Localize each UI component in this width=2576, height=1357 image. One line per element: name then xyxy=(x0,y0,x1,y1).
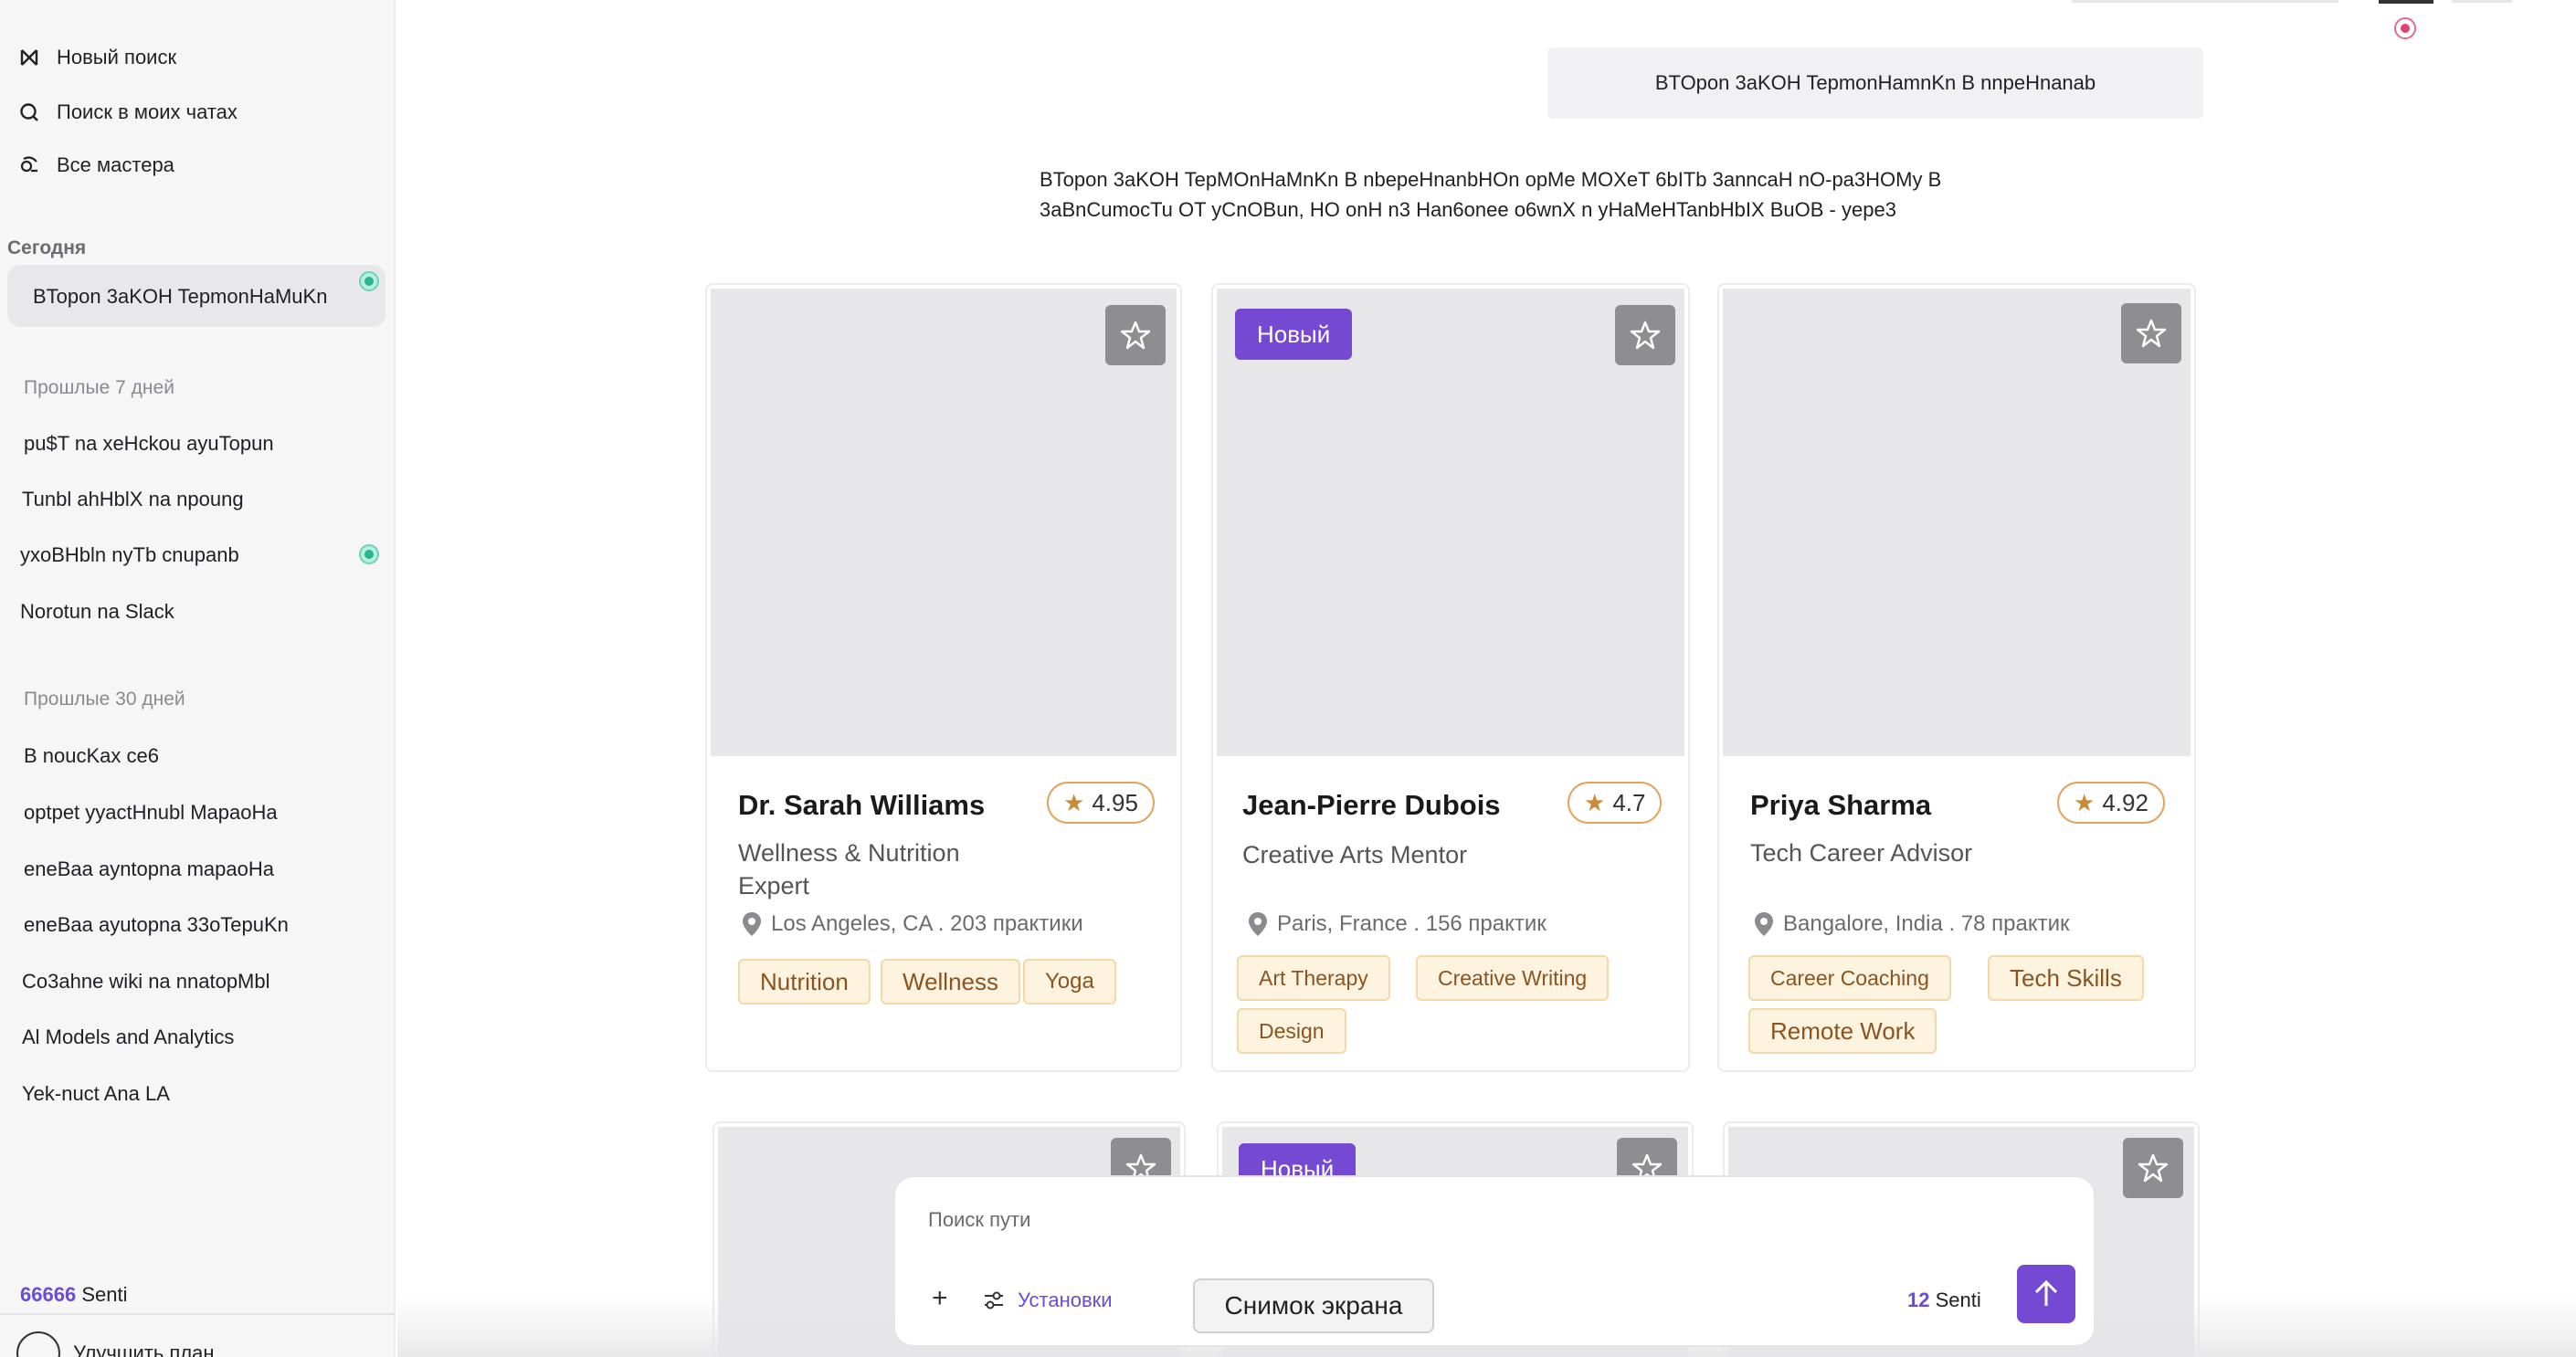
favorite-star-icon[interactable] xyxy=(1105,305,1166,365)
mentor-card[interactable]: Новый Jean-Pierre Dubois ★ 4.7 Creative … xyxy=(1211,283,1690,1072)
settings-label: Установки xyxy=(1018,1289,1113,1311)
upgrade-plan-button[interactable]: Улучшить план xyxy=(16,1331,215,1357)
rating-badge: ★ 4.95 xyxy=(1047,782,1155,824)
location-text: Paris, France . 156 практик xyxy=(1277,911,1547,936)
mentor-name: Priya Sharma xyxy=(1750,789,1932,821)
settings-button[interactable]: Установки xyxy=(983,1289,1113,1312)
chat-item[interactable]: Al Models and Analytics xyxy=(22,1026,234,1049)
all-masters-button[interactable]: Все мастера xyxy=(18,153,174,177)
credits-unit: Senti xyxy=(81,1283,128,1306)
all-masters-label: Все мастера xyxy=(57,153,174,176)
mentor-role: Tech Career Advisor xyxy=(1750,839,1973,867)
chat-item[interactable]: eneBaa ayntopna mapaoHa xyxy=(24,857,274,881)
rating-value: 4.7 xyxy=(1612,788,1646,816)
mentor-location: Bangalore, India . 78 практик xyxy=(1754,911,2070,937)
new-search-button[interactable]: Новый поиск xyxy=(18,46,176,69)
tag-chip[interactable]: Nutrition xyxy=(738,959,871,1005)
mentor-location: Paris, France . 156 практик xyxy=(1248,911,1547,937)
user-query-bubble: BTOpon 3aKOH TepmonHamnKn B nnpeHnanab xyxy=(1547,47,2203,119)
favorite-star-icon[interactable] xyxy=(1615,305,1675,365)
rating-badge: ★ 4.7 xyxy=(1568,782,1663,824)
top-toolbar-stub xyxy=(2452,0,2512,3)
chat-item[interactable]: Norotun na Slack xyxy=(20,600,174,624)
tag-chip[interactable]: Tech Skills xyxy=(1988,955,2144,1001)
upgrade-label: Улучшить план xyxy=(73,1341,215,1357)
top-toolbar-stub xyxy=(2379,0,2433,4)
tag-chip[interactable]: Creative Writing xyxy=(1416,955,1610,1001)
star-icon: ★ xyxy=(1063,788,1085,816)
assistant-answer: BTopon 3aKOH TepMOnHaMnKn B nbepeHnanbHO… xyxy=(1040,168,1942,221)
upgrade-icon xyxy=(16,1331,60,1357)
location-pin-icon xyxy=(743,912,761,936)
chat-item[interactable]: eneBaa ayutopna 33oTepuKn xyxy=(24,913,289,937)
mentor-card[interactable]: Dr. Sarah Williams ★ 4.95 Wellness & Nut… xyxy=(705,283,1182,1072)
search-chats-label: Поиск в моих чатах xyxy=(57,100,238,123)
favorite-star-icon[interactable] xyxy=(2121,303,2181,363)
credits-counter: 66666 Senti xyxy=(20,1283,127,1307)
tag-chip[interactable]: Yoga xyxy=(1023,959,1116,1005)
chat-item[interactable]: optpet yyactHnubl MapaoHa xyxy=(24,801,278,825)
new-badge: Новый xyxy=(1235,309,1353,360)
status-dot-icon xyxy=(359,544,379,564)
tag-chip[interactable]: Wellness xyxy=(881,959,1021,1005)
mentor-card[interactable]: Priya Sharma ★ 4.92 Tech Career Advisor … xyxy=(1717,283,2196,1072)
chat-item[interactable]: BTopon 3aKOH TepmonHaMuKn xyxy=(33,285,327,309)
sidebar-divider xyxy=(0,1313,396,1315)
senti-unit: Senti xyxy=(1935,1289,1981,1311)
mentor-name: Jean-Pierre Dubois xyxy=(1242,789,1501,821)
star-icon: ★ xyxy=(1584,788,1606,816)
search-chats-button[interactable]: Поиск в моих чатах xyxy=(18,100,238,124)
chat-input-box[interactable]: Поиск пути + Установки 12 Senti xyxy=(893,1175,2096,1347)
favorite-star-icon[interactable] xyxy=(2123,1138,2183,1198)
tag-chip[interactable]: Design xyxy=(1237,1008,1346,1054)
status-dot-icon xyxy=(359,271,379,291)
search-input[interactable]: Поиск пути xyxy=(928,1208,1030,1232)
chat-item[interactable]: B noucKax ce6 xyxy=(24,744,159,768)
section-past-7: Прошлые 7 дней xyxy=(24,377,174,398)
section-past-30: Прошлые 30 дней xyxy=(24,689,185,710)
mentor-role: Wellness & Nutrition Expert xyxy=(738,839,960,899)
arrow-up-icon xyxy=(2034,1279,2058,1306)
location-pin-icon xyxy=(1249,912,1267,936)
location-text: Los Angeles, CA . 203 практики xyxy=(771,911,1083,936)
tag-chip[interactable]: Art Therapy xyxy=(1237,955,1390,1001)
location-pin-icon xyxy=(1755,912,1773,936)
chat-item[interactable]: yxoBHbln nyTb cnupanb xyxy=(20,543,239,567)
location-text: Bangalore, India . 78 практик xyxy=(1783,911,2070,936)
chat-item[interactable]: Co3ahne wiki na nnatopMbl xyxy=(22,970,270,994)
tag-chip[interactable]: Remote Work xyxy=(1748,1008,1937,1054)
new-search-icon xyxy=(18,47,40,68)
top-toolbar-stub xyxy=(2072,0,2338,3)
tag-chip[interactable]: Career Coaching xyxy=(1748,955,1951,1001)
screenshot-tooltip: Снимок экрана xyxy=(1193,1278,1434,1333)
senti-number: 12 xyxy=(1907,1289,1930,1311)
chat-item[interactable]: Tunbl ahHblX na npoung xyxy=(22,488,244,511)
mentor-role: Creative Arts Mentor xyxy=(1242,841,1468,868)
star-icon: ★ xyxy=(2074,788,2096,816)
new-search-label: Новый поиск xyxy=(57,46,177,68)
senti-counter: 12 Senti xyxy=(1907,1289,1981,1312)
rating-value: 4.92 xyxy=(2102,788,2148,816)
sliders-icon xyxy=(985,1291,1003,1310)
section-today: Сегодня xyxy=(7,237,87,258)
add-attachment-icon[interactable]: + xyxy=(932,1283,948,1314)
send-button[interactable] xyxy=(2017,1265,2075,1323)
masters-icon xyxy=(18,154,40,176)
record-indicator-icon[interactable] xyxy=(2394,17,2416,39)
credits-number: 66666 xyxy=(20,1283,77,1306)
rating-value: 4.95 xyxy=(1092,788,1138,816)
mentor-name: Dr. Sarah Williams xyxy=(738,789,986,821)
chat-item[interactable]: Yek-nuct Ana LA xyxy=(22,1082,170,1106)
search-icon xyxy=(18,101,40,123)
chat-item[interactable]: pu$T na xeHckou ayuTopun xyxy=(24,432,274,456)
sidebar: Новый поиск Поиск в моих чатах Все масте… xyxy=(0,0,396,1357)
mentor-location: Los Angeles, CA . 203 практики xyxy=(742,911,1083,937)
rating-badge: ★ 4.92 xyxy=(2057,782,2165,824)
